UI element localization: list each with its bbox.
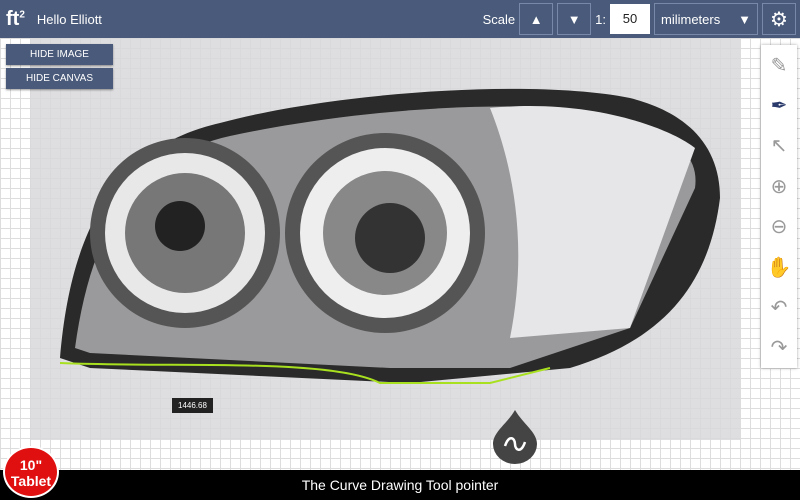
app-logo: ft2 (6, 8, 25, 31)
logo-sup: 2 (19, 8, 25, 20)
triangle-up-icon: ▲ (529, 11, 543, 27)
headlight-image (30, 38, 740, 440)
hide-image-button[interactable]: HIDE IMAGE (6, 44, 113, 65)
badge-device: Tablet (10, 473, 52, 489)
caption-bar: The Curve Drawing Tool pointer (0, 470, 800, 500)
pencil-icon[interactable]: ✎ (771, 53, 788, 78)
arrow-pointer-icon[interactable]: ↖ (771, 133, 788, 158)
curve-pen-icon[interactable]: ✒ (771, 93, 788, 118)
redo-icon[interactable]: ↷ (771, 335, 788, 360)
logo-text: ft (6, 7, 20, 30)
scale-down-button[interactable]: ▼ (557, 3, 592, 35)
triangle-down-icon: ▼ (567, 11, 581, 27)
zoom-in-icon[interactable]: ⊕ (771, 174, 788, 199)
drawing-canvas[interactable]: HIDE IMAGE HIDE CANVAS 1446.68 (0, 38, 800, 470)
ratio-prefix: 1: (595, 11, 606, 27)
badge-size: 10" (19, 457, 43, 473)
dropdown-arrow-icon: ▼ (738, 11, 751, 27)
undo-icon[interactable]: ↶ (771, 295, 788, 320)
tool-palette: ✎ ✒ ↖ ⊕ ⊖ ✋ ↶ ↷ (761, 45, 797, 368)
unit-value: milimeters (661, 11, 721, 27)
scale-input[interactable]: 50 (610, 4, 650, 34)
hide-canvas-button[interactable]: HIDE CANVAS (6, 68, 113, 89)
settings-button[interactable]: ⚙ (762, 3, 796, 35)
device-badge: 10" Tablet (3, 446, 59, 498)
scale-label: Scale (482, 11, 516, 27)
gear-icon: ⚙ (770, 8, 788, 31)
scale-up-button[interactable]: ▲ (519, 3, 554, 35)
top-bar: ft2 Hello Elliott Scale ▲ ▼ 1: 50 milime… (0, 0, 800, 38)
curve-tool-pointer[interactable] (493, 410, 537, 464)
unit-select[interactable]: milimeters ▼ (654, 3, 758, 35)
greeting: Hello Elliott (36, 11, 102, 27)
measurement-label: 1446.68 (172, 398, 213, 413)
zoom-out-icon[interactable]: ⊖ (771, 214, 788, 239)
hand-pan-icon[interactable]: ✋ (767, 255, 792, 280)
